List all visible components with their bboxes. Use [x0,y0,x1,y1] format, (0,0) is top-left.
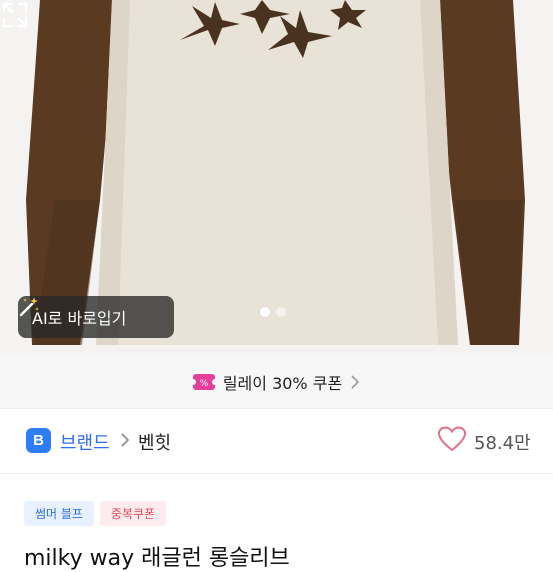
product-title: milky way 래글런 롱슬리브 [24,546,290,571]
coupon-banner-label: 릴레이 30% 쿠폰 [222,373,343,393]
tag-summer-sale: 썸머 블프 [24,501,94,526]
expand-icon[interactable] [0,0,30,30]
ai-try-on-button[interactable]: AI로 바로입기 [18,296,174,338]
magic-wand-icon [19,297,39,317]
carousel-indicator [260,307,286,317]
tag-duplicate-coupon: 중복쿠폰 [100,501,166,526]
brand-row: B 브랜드 벤힛 58.4만 [0,409,553,474]
brand-badge-icon: B [26,428,51,453]
brand-name-link[interactable]: 벤힛 [138,429,171,455]
coupon-banner[interactable]: % 릴레이 30% 쿠폰 [0,355,553,409]
heart-icon[interactable] [438,426,466,452]
carousel-dot[interactable] [276,307,286,317]
chevron-right-icon [351,374,360,389]
coupon-icon: % [192,373,215,390]
brand-link[interactable]: 브랜드 [60,429,110,455]
product-image-carousel[interactable]: AI로 바로입기 [0,0,553,355]
like-count: 58.4만 [474,433,531,454]
svg-text:%: % [200,379,209,389]
ai-try-on-label: AI로 바로입기 [32,309,127,328]
carousel-dot-active[interactable] [260,307,270,317]
chevron-right-icon [121,433,130,447]
